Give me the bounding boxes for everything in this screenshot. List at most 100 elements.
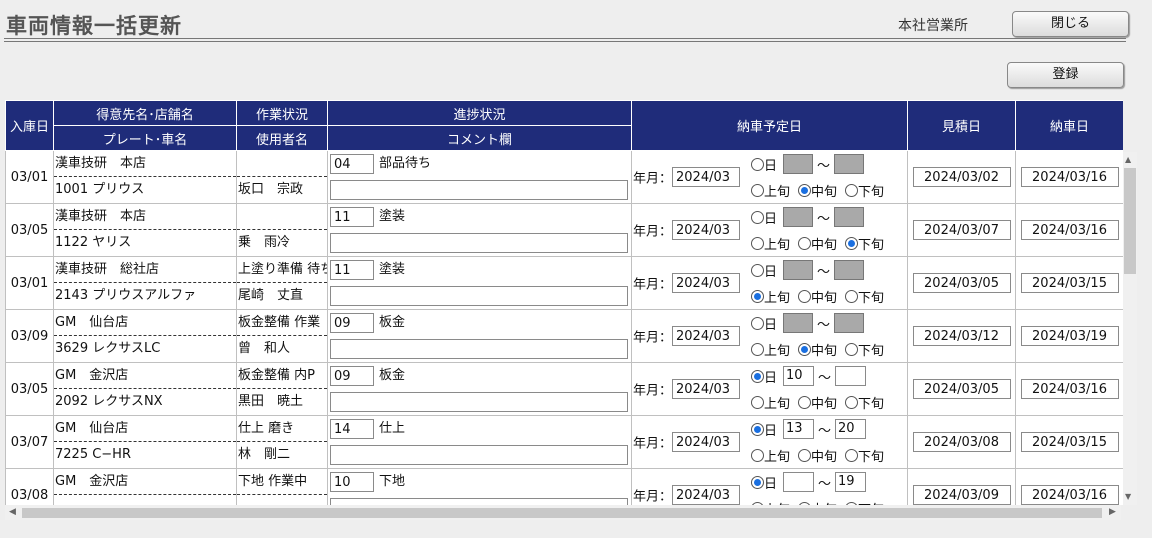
comment-input[interactable] — [330, 179, 628, 200]
delivery-date-input[interactable]: 2024/03/16 — [1020, 485, 1119, 505]
customer-cell: 漢車技研 本店 1122 ヤリス — [53, 203, 237, 257]
radio-mid[interactable] — [798, 236, 812, 250]
progress-cell: 04 部品待ち — [327, 150, 632, 204]
radio-late[interactable] — [845, 342, 859, 356]
radio-early[interactable] — [751, 342, 764, 356]
radio-early-label: 上旬 — [764, 184, 791, 200]
radio-mid[interactable] — [798, 448, 812, 462]
customer-cell: GM 金沢店 — [53, 468, 237, 505]
radio-day[interactable] — [751, 422, 764, 436]
radio-day[interactable] — [751, 157, 764, 171]
year-month-label: 年月： — [633, 171, 673, 187]
estimate-date-input[interactable]: 2024/03/09 — [912, 485, 1011, 505]
radio-day-label: 日 — [764, 158, 778, 174]
day-from-input[interactable]: 13 — [783, 419, 815, 439]
progress-status: 仕上 — [379, 421, 406, 436]
delivery-date-input[interactable]: 2024/03/16 — [1020, 220, 1119, 240]
radio-mid[interactable] — [798, 395, 812, 409]
radio-day[interactable] — [751, 263, 764, 277]
radio-late[interactable] — [845, 289, 859, 303]
radio-late[interactable] — [845, 183, 859, 197]
year-month-input[interactable]: 2024/03 — [672, 273, 741, 293]
year-month-label: 年月： — [633, 277, 673, 293]
radio-late[interactable] — [845, 236, 859, 250]
radio-day[interactable] — [751, 316, 764, 330]
radio-early[interactable] — [751, 448, 764, 462]
col-progress: 進捗状況 — [327, 100, 632, 126]
radio-late[interactable] — [845, 395, 859, 409]
progress-code-input[interactable]: 10 — [330, 471, 374, 492]
radio-late[interactable] — [845, 448, 859, 462]
comment-input[interactable] — [330, 497, 628, 505]
progress-status: 塗装 — [379, 209, 406, 224]
scroll-up-arrow-icon[interactable]: ▲ — [1125, 155, 1131, 164]
estimate-date-input[interactable]: 2024/03/02 — [912, 167, 1011, 187]
work-cell: 仕上 磨き林 剛二 — [236, 415, 328, 469]
comment-input[interactable] — [330, 338, 628, 359]
delivery-date-input[interactable]: 2024/03/16 — [1020, 379, 1119, 399]
radio-early[interactable] — [751, 236, 764, 250]
work-cell: 板金整備 作業曾 和人 — [236, 309, 328, 363]
tilde: ～ — [817, 211, 831, 227]
year-month-input[interactable]: 2024/03 — [672, 432, 741, 452]
scroll-down-arrow-icon[interactable]: ▼ — [1125, 492, 1131, 501]
horizontal-scroll-thumb[interactable] — [22, 508, 1102, 518]
day-to-input[interactable] — [835, 366, 867, 386]
delivery-date-input[interactable]: 2024/03/15 — [1020, 432, 1119, 452]
scroll-right-arrow-icon[interactable]: ▶ — [1109, 507, 1116, 517]
progress-code-input[interactable]: 11 — [330, 206, 374, 227]
table-row: 03/08GM 金沢店下地 作業中10下地年月：2024/03日～19上旬中旬下… — [5, 468, 1123, 505]
radio-mid[interactable] — [798, 342, 812, 356]
register-button[interactable]: 登録 — [1007, 62, 1124, 88]
year-month-input[interactable]: 2024/03 — [672, 326, 741, 346]
comment-input[interactable] — [330, 391, 628, 412]
year-month-label: 年月： — [633, 330, 673, 346]
estimate-date-input[interactable]: 2024/03/05 — [912, 379, 1011, 399]
day-from-input[interactable]: 10 — [783, 366, 815, 386]
work-cell: 下地 作業中 — [236, 468, 328, 505]
delivery-date-cell: 2024/03/16 — [1015, 362, 1123, 416]
radio-mid[interactable] — [798, 183, 812, 197]
year-month-label: 年月： — [633, 224, 673, 240]
estimate-date-input[interactable]: 2024/03/12 — [912, 326, 1011, 346]
day-to-input[interactable]: 19 — [835, 472, 867, 492]
year-month-input[interactable]: 2024/03 — [672, 167, 741, 187]
vehicle-table: 入庫日 得意先名･店舗名 作業状況 進捗状況 納車予定日 見積日 納車日 プレー… — [5, 100, 1123, 505]
delivery-date-input[interactable]: 2024/03/15 — [1020, 273, 1119, 293]
radio-day-label: 日 — [764, 211, 778, 227]
estimate-date-input[interactable]: 2024/03/07 — [912, 220, 1011, 240]
year-month-input[interactable]: 2024/03 — [672, 379, 741, 399]
vertical-scroll-thumb[interactable] — [1124, 168, 1136, 274]
radio-day[interactable] — [751, 369, 764, 383]
comment-input[interactable] — [330, 232, 628, 253]
delivery-date-input[interactable]: 2024/03/19 — [1020, 326, 1119, 346]
day-from-input — [783, 154, 814, 174]
radio-day-label: 日 — [764, 370, 778, 386]
progress-code-input[interactable]: 09 — [330, 365, 374, 386]
radio-day[interactable] — [751, 475, 764, 489]
radio-mid[interactable] — [798, 289, 812, 303]
estimate-date-input[interactable]: 2024/03/08 — [912, 432, 1011, 452]
delivery-date-cell: 2024/03/16 — [1015, 150, 1123, 204]
progress-code-input[interactable]: 11 — [330, 259, 374, 280]
plate-car-name: 2092 レクサスNX — [55, 394, 163, 409]
day-from-input[interactable] — [783, 472, 815, 492]
close-button[interactable]: 閉じる — [1012, 11, 1129, 37]
scroll-left-arrow-icon[interactable]: ◀ — [9, 507, 16, 517]
radio-early[interactable] — [751, 183, 764, 197]
comment-input[interactable] — [330, 444, 628, 465]
radio-day[interactable] — [751, 210, 764, 224]
comment-input[interactable] — [330, 285, 628, 306]
day-to-input[interactable]: 20 — [835, 419, 867, 439]
year-month-input[interactable]: 2024/03 — [672, 220, 741, 240]
delivery-date-input[interactable]: 2024/03/16 — [1020, 167, 1119, 187]
radio-early[interactable] — [751, 289, 764, 303]
entry-date: 03/05 — [5, 203, 54, 257]
radio-early[interactable] — [751, 395, 764, 409]
progress-code-input[interactable]: 09 — [330, 312, 374, 333]
progress-code-input[interactable]: 04 — [330, 153, 374, 174]
estimate-date-input[interactable]: 2024/03/05 — [912, 273, 1011, 293]
progress-code-input[interactable]: 14 — [330, 418, 374, 439]
estimate-date-cell: 2024/03/05 — [907, 256, 1016, 310]
year-month-input[interactable]: 2024/03 — [672, 485, 741, 505]
